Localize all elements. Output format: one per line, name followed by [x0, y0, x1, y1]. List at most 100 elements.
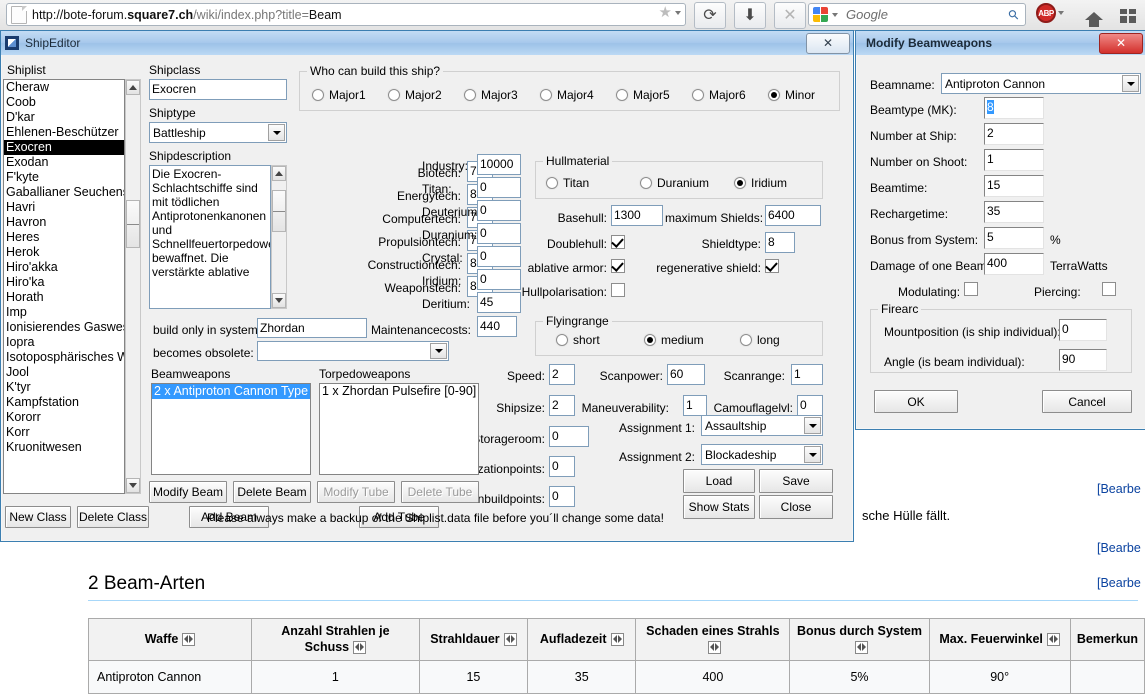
- shipdescription-textarea[interactable]: Die Exocren-Schlachtschiffe sind mit töd…: [149, 165, 271, 309]
- chevron-down-icon[interactable]: [430, 343, 447, 359]
- mountposition-input[interactable]: 0: [1059, 319, 1107, 341]
- list-item[interactable]: Exocren: [4, 140, 124, 155]
- modulating-checkbox[interactable]: [964, 282, 978, 296]
- cost-input-3[interactable]: 0: [477, 223, 521, 244]
- list-item[interactable]: Kruonitwesen: [4, 440, 124, 455]
- list-item[interactable]: Kororr: [4, 410, 124, 425]
- wiki-edit-link-1[interactable]: [Bearbe: [1097, 482, 1141, 496]
- beamname-combobox[interactable]: Antiproton Cannon: [941, 73, 1141, 94]
- rechargetime-input[interactable]: 35: [984, 201, 1044, 223]
- list-item[interactable]: Hiro'ka: [4, 275, 124, 290]
- shipeditor-titlebar[interactable]: ShipEditor ✕: [1, 31, 853, 55]
- scanrange-input[interactable]: 1: [791, 364, 823, 385]
- scroll-up-button[interactable]: [126, 80, 140, 95]
- list-item[interactable]: Kampfstation: [4, 395, 124, 410]
- chevron-down-icon[interactable]: [832, 12, 838, 17]
- close-button-bottom[interactable]: Close: [759, 495, 833, 519]
- list-item[interactable]: Jool: [4, 365, 124, 380]
- angle-input[interactable]: 90: [1059, 349, 1107, 371]
- list-item[interactable]: 1 x Zhordan Pulsefire [0-90]: [320, 384, 478, 399]
- radio-flyingrange-medium[interactable]: medium: [644, 333, 704, 347]
- home-button[interactable]: [1078, 2, 1110, 29]
- radio-who-can-build-major3[interactable]: Major3: [464, 88, 518, 102]
- scroll-thumb[interactable]: [272, 190, 286, 232]
- address-bar[interactable]: http://bote-forum.square7.ch/wiki/index.…: [6, 3, 686, 26]
- colonizationpoints-input[interactable]: 0: [549, 456, 575, 477]
- th-schaden[interactable]: Schaden eines Strahls: [635, 617, 791, 662]
- list-item[interactable]: D'kar: [4, 110, 124, 125]
- search-input[interactable]: Google ⚲: [808, 3, 1026, 26]
- bookmark-controls[interactable]: ★: [659, 5, 681, 20]
- cost-input-2[interactable]: 0: [477, 200, 521, 221]
- camouflage-input[interactable]: 0: [797, 395, 823, 416]
- list-item[interactable]: Ehlenen-Beschützer: [4, 125, 124, 140]
- dialog-close-button[interactable]: ✕: [1099, 33, 1143, 54]
- list-item[interactable]: Isotoposphärisches Wese: [4, 350, 124, 365]
- doublehull-checkbox[interactable]: [611, 235, 625, 249]
- list-item[interactable]: Ionisierendes Gaswesen: [4, 320, 124, 335]
- th-waffe[interactable]: Waffe: [87, 617, 253, 662]
- wiki-edit-link-3[interactable]: [Bearbe: [1097, 576, 1141, 590]
- sort-icon[interactable]: [182, 633, 196, 647]
- th-aufladezeit[interactable]: Aufladezeit: [527, 617, 637, 662]
- scroll-down-button[interactable]: [126, 478, 140, 493]
- shipdescription-scrollbar[interactable]: [271, 165, 287, 309]
- storageroom-input[interactable]: 0: [549, 426, 589, 447]
- scroll-down-button[interactable]: [272, 293, 286, 308]
- torpedoweapons-listbox[interactable]: 1 x Zhordan Pulsefire [0-90]: [319, 383, 479, 475]
- th-anzahl[interactable]: Anzahl Strahlen je Schuss: [251, 617, 420, 662]
- assignment1-combobox[interactable]: Assaultship: [701, 415, 823, 436]
- becomes-obsolete-combobox[interactable]: [257, 341, 449, 361]
- sort-icon[interactable]: [503, 633, 517, 647]
- regenerative-shield-checkbox[interactable]: [765, 259, 779, 273]
- list-item[interactable]: Cheraw: [4, 80, 124, 95]
- radio-flyingrange-short[interactable]: short: [556, 333, 600, 347]
- scroll-up-button[interactable]: [272, 166, 286, 181]
- hullpolarisation-checkbox[interactable]: [611, 283, 625, 297]
- beamdialog-titlebar[interactable]: Modify Beamweapons ✕: [856, 31, 1145, 55]
- list-item[interactable]: F'kyte: [4, 170, 124, 185]
- shiplist-listbox[interactable]: Cheraw Coob D'kar Ehlenen-Beschützer Exocren…: [3, 79, 125, 494]
- chevron-down-icon[interactable]: [804, 417, 821, 434]
- shipclass-input[interactable]: Exocren: [149, 79, 287, 100]
- chevron-down-icon[interactable]: [675, 11, 681, 15]
- radio-who-can-build-major2[interactable]: Major2: [388, 88, 442, 102]
- list-item[interactable]: Iopra: [4, 335, 124, 350]
- beamweapons-listbox[interactable]: 2 x Antiproton Cannon Type 8 [0-: [151, 383, 311, 475]
- cost-input-4[interactable]: 0: [477, 246, 521, 267]
- list-item[interactable]: Imp: [4, 305, 124, 320]
- new-class-button[interactable]: New Class: [5, 506, 71, 528]
- radio-hullmaterial-duranium[interactable]: Duranium: [640, 176, 709, 190]
- list-item[interactable]: Herok: [4, 245, 124, 260]
- cost-input-5[interactable]: 0: [477, 269, 521, 290]
- radio-who-can-build-major6[interactable]: Major6: [692, 88, 746, 102]
- list-item[interactable]: Coob: [4, 95, 124, 110]
- list-item[interactable]: Havron: [4, 215, 124, 230]
- ablative-armor-checkbox[interactable]: [611, 259, 625, 273]
- sort-icon[interactable]: [353, 640, 367, 654]
- number-at-ship-input[interactable]: 2: [984, 123, 1044, 145]
- star-icon[interactable]: ★: [659, 5, 672, 20]
- number-on-shoot-input[interactable]: 1: [984, 149, 1044, 171]
- assignment2-combobox[interactable]: Blockadeship: [701, 444, 823, 465]
- cost-input-6[interactable]: 45: [477, 292, 521, 313]
- delete-beam-button[interactable]: Delete Beam: [233, 481, 311, 503]
- list-item[interactable]: Havri: [4, 200, 124, 215]
- ok-button[interactable]: OK: [874, 390, 958, 413]
- cost-input-0[interactable]: 10000: [477, 154, 521, 175]
- list-item[interactable]: 2 x Antiproton Cannon Type 8 [0-: [152, 384, 310, 399]
- radio-hullmaterial-iridium[interactable]: Iridium: [734, 176, 787, 190]
- shieldtype-input[interactable]: 8: [765, 232, 795, 253]
- show-stats-button[interactable]: Show Stats: [683, 495, 755, 519]
- radio-who-can-build-major1[interactable]: Major1: [312, 88, 366, 102]
- adblock-button[interactable]: ABP: [1036, 3, 1064, 23]
- chevron-down-icon[interactable]: [1058, 11, 1064, 15]
- cost-input-1[interactable]: 0: [477, 177, 521, 198]
- radio-hullmaterial-titan[interactable]: Titan: [546, 176, 589, 190]
- radio-who-can-build-minor[interactable]: Minor: [768, 88, 815, 102]
- stop-button[interactable]: ✕: [774, 2, 806, 29]
- scroll-thumb[interactable]: [126, 200, 140, 248]
- shiptype-combobox[interactable]: Battleship: [149, 122, 287, 143]
- sort-icon[interactable]: [708, 640, 722, 654]
- wiki-edit-link-2[interactable]: [Bearbe: [1097, 541, 1141, 555]
